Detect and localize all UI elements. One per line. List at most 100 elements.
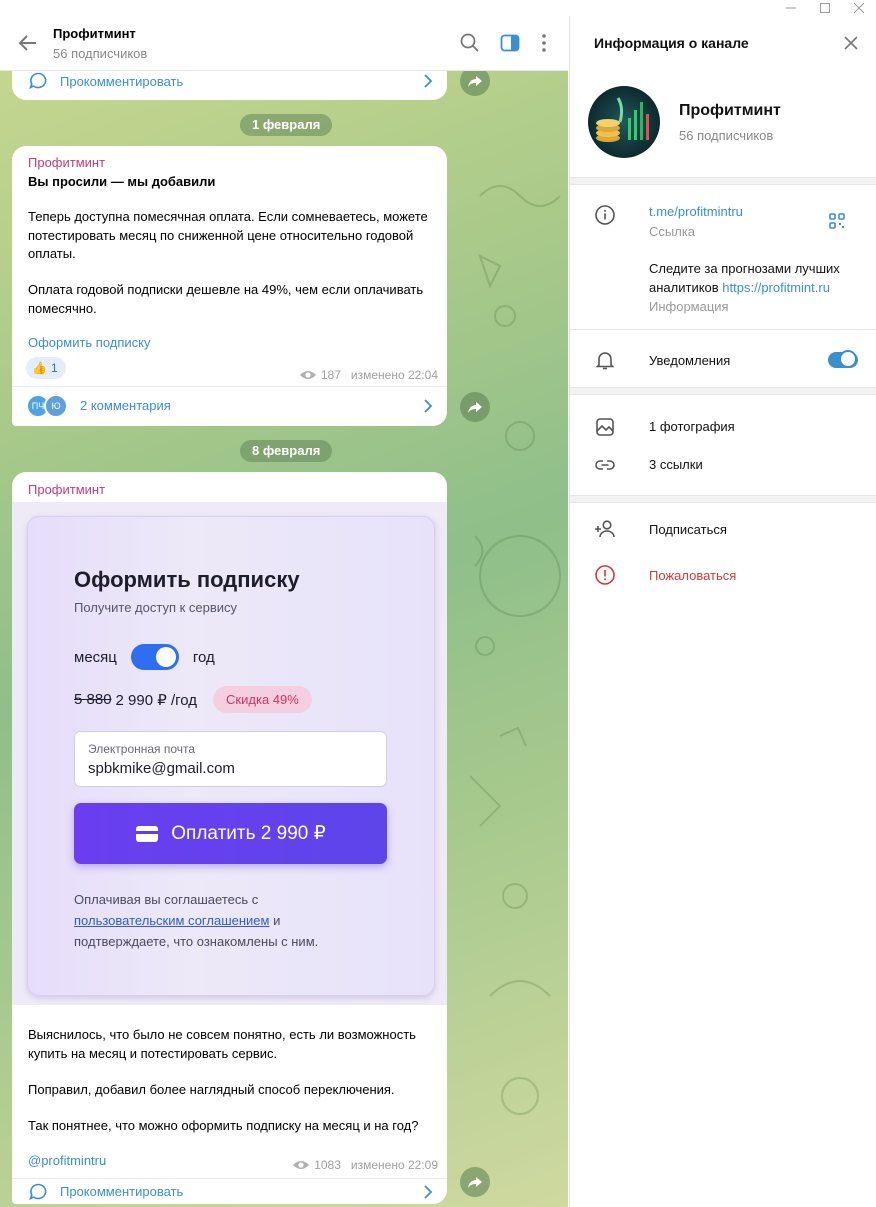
- link-caption: Ссылка: [649, 224, 696, 239]
- agreement-part: и: [273, 913, 281, 928]
- commenter-avatars: ПЧ Ю: [26, 393, 72, 418]
- divider: [570, 329, 876, 330]
- report-icon: [595, 565, 615, 585]
- search-icon[interactable]: [459, 32, 481, 54]
- add-user-icon: [595, 520, 615, 538]
- credit-card-icon: [136, 825, 159, 842]
- new-price: 2 990 ₽ /год: [115, 691, 198, 709]
- sidebar-toggle-icon[interactable]: [499, 32, 521, 54]
- report-button[interactable]: Пожаловаться: [649, 568, 736, 583]
- close-icon[interactable]: [843, 35, 859, 51]
- share-arrow-icon: [468, 76, 482, 87]
- divider: [570, 387, 876, 395]
- subscription-card: Оформить подписку Получите доступ к серв…: [27, 516, 435, 996]
- channel-link[interactable]: t.me/profitmintru: [649, 204, 743, 219]
- price-row: 5 880 2 990 ₽ /год Скидка 49%: [74, 686, 312, 713]
- share-arrow-icon: [468, 1177, 482, 1188]
- chat-area[interactable]: Профитминт 56 подписчиков Прокомментиров…: [0, 16, 568, 1207]
- comment-icon: [29, 72, 47, 90]
- divider: [570, 177, 876, 185]
- website-link[interactable]: https://profitmint.ru: [722, 280, 830, 295]
- reaction-chip[interactable]: 👍 1: [26, 357, 66, 379]
- chat-title[interactable]: Профитминт: [53, 26, 136, 41]
- description-line: Следите за прогнозами лучших: [649, 261, 840, 276]
- chevron-right-icon: [424, 74, 433, 88]
- discount-badge: Скидка 49%: [213, 686, 312, 713]
- card-title: Оформить подписку: [74, 567, 300, 592]
- date-separator: 1 февраля: [240, 114, 333, 136]
- period-toggle-row: месяц год: [74, 644, 215, 670]
- channel-description: Следите за прогнозами лучших аналитиков …: [649, 259, 840, 297]
- post-paragraph: Так понятнее, что можно оформить подписк…: [28, 1118, 419, 1133]
- bell-icon: [595, 352, 615, 370]
- close-window-icon[interactable]: [842, 0, 876, 16]
- more-vertical-icon[interactable]: [533, 32, 555, 54]
- qr-code-icon[interactable]: [828, 212, 846, 230]
- email-field: Электронная почта spbkmike@gmail.com: [74, 731, 387, 787]
- year-label: год: [192, 648, 215, 666]
- pay-button: Оплатить 2 990 ₽: [74, 803, 387, 864]
- agreement-part: подтверждаете, что ознакомлены с ним.: [74, 934, 319, 949]
- subscribe-button[interactable]: Подписаться: [649, 522, 727, 537]
- previous-post-bubble: Прокомментировать: [12, 66, 447, 100]
- views-eye-icon: [293, 1161, 310, 1169]
- post-paragraph: Теперь доступна помесячная оплата. Если …: [28, 209, 428, 261]
- comments-label: 2 комментария: [80, 398, 171, 413]
- agreement-link: пользовательским соглашением: [74, 913, 270, 928]
- old-price: 5 880: [74, 691, 112, 708]
- channel-avatar[interactable]: [588, 86, 660, 158]
- post-heading: Вы просили — мы добавили: [28, 174, 216, 189]
- photos-item[interactable]: 1 фотография: [649, 419, 735, 434]
- description-line: аналитиков: [649, 280, 719, 295]
- email-label: Электронная почта: [88, 742, 196, 756]
- post-paragraph: Оплата годовой подписки дешевле на 49%, …: [28, 282, 424, 316]
- edited-time: изменено 22:09: [350, 1158, 438, 1172]
- view-count: 187: [320, 368, 341, 382]
- notifications-label: Уведомления: [649, 353, 731, 368]
- post-author[interactable]: Профитминт: [28, 155, 105, 170]
- minimize-icon[interactable]: [774, 0, 808, 16]
- month-label: месяц: [74, 648, 117, 666]
- back-arrow-icon[interactable]: [16, 31, 40, 55]
- card-subtitle: Получите доступ к сервису: [74, 600, 238, 615]
- chat-subscriber-count: 56 подписчиков: [53, 46, 148, 61]
- post-bubble: Профитминт Оформить подписку Получите до…: [12, 472, 447, 1204]
- comment-icon: [29, 1183, 47, 1200]
- photo-icon: [596, 418, 614, 436]
- avatar: Ю: [44, 393, 68, 418]
- channel-logo-image: [588, 86, 660, 158]
- view-count: 1083: [314, 1158, 341, 1172]
- thumbs-up-icon: 👍: [32, 361, 47, 375]
- post-meta: 1083 изменено 22:09: [292, 1158, 438, 1172]
- channel-name: Профитминт: [679, 102, 781, 119]
- comments-button[interactable]: ПЧ Ю 2 комментария: [12, 386, 447, 424]
- link-icon: [595, 460, 615, 470]
- post-image[interactable]: Оформить подписку Получите доступ к серв…: [12, 502, 447, 1005]
- window-titlebar: [0, 0, 876, 16]
- chevron-right-icon: [424, 399, 433, 413]
- views-eye-icon: [299, 371, 316, 379]
- period-toggle: [130, 644, 179, 670]
- post-meta: 187 изменено 22:04: [299, 368, 438, 382]
- post-bubble: Профитминт Вы просили — мы добавили Тепе…: [12, 146, 447, 426]
- channel-info-panel: Информация о канале Профитминт 56 подпис…: [569, 16, 876, 1207]
- comment-button[interactable]: Прокомментировать: [12, 1178, 447, 1204]
- notifications-toggle[interactable]: [828, 350, 858, 368]
- post-author[interactable]: Профитминт: [28, 482, 105, 497]
- pay-button-label: Оплатить 2 990 ₽: [171, 823, 326, 844]
- channel-handle-link[interactable]: @profitmintru: [28, 1152, 106, 1171]
- subscribe-link[interactable]: Оформить подписку: [28, 334, 151, 353]
- comment-label: Прокомментировать: [60, 1184, 184, 1199]
- info-caption: Информация: [649, 299, 729, 314]
- maximize-icon[interactable]: [808, 0, 842, 16]
- reaction-count: 1: [50, 361, 58, 375]
- share-button[interactable]: [460, 392, 490, 422]
- edited-time: изменено 22:04: [350, 368, 438, 382]
- divider: [570, 495, 876, 503]
- share-button[interactable]: [460, 1167, 490, 1197]
- links-item[interactable]: 3 ссылки: [649, 457, 703, 472]
- email-value: spbkmike@gmail.com: [88, 760, 235, 777]
- chat-header: Профитминт 56 подписчиков: [0, 16, 568, 71]
- info-icon: [595, 205, 615, 225]
- agreement-part: Оплачивая вы соглашаетесь с: [74, 892, 259, 907]
